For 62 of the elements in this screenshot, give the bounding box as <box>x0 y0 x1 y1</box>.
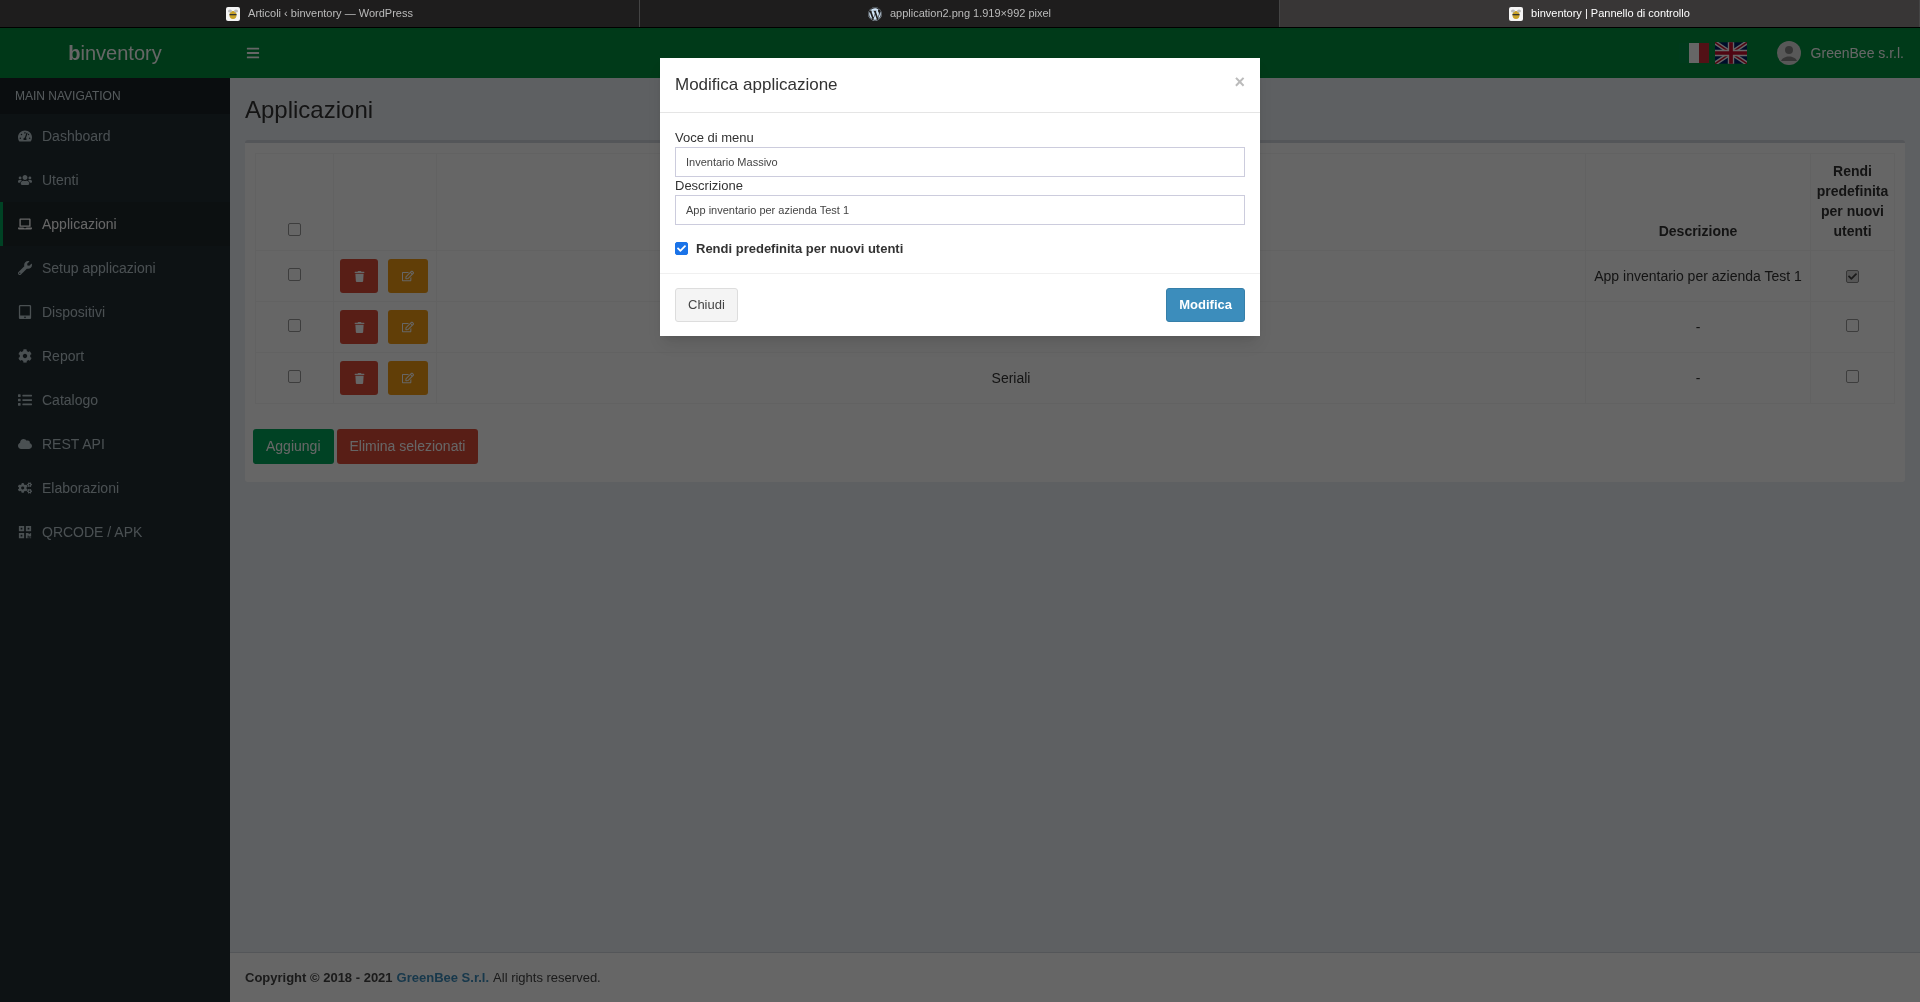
checkbox[interactable] <box>1846 269 1859 283</box>
save-button[interactable]: Modifica <box>1166 287 1245 322</box>
browser-tab[interactable]: binventory | Pannello di controllo <box>1280 0 1920 27</box>
table-cell: Seriali <box>991 369 1031 386</box>
checkbox[interactable] <box>675 242 688 256</box>
checkmark-icon <box>677 244 686 254</box>
delete-button[interactable] <box>340 361 378 395</box>
add-button[interactable]: Aggiungi <box>253 429 334 464</box>
checkbox[interactable] <box>1846 318 1859 332</box>
close-button[interactable]: × <box>1234 73 1245 91</box>
company-link[interactable]: GreenBee S.r.l. <box>396 967 490 988</box>
edit-icon <box>402 372 414 384</box>
uk-flag-icon[interactable] <box>1714 42 1747 64</box>
checkbox[interactable] <box>1846 369 1859 383</box>
edit-button[interactable] <box>388 259 428 293</box>
delete-button[interactable] <box>340 310 378 344</box>
checkbox-label: Rendi predefinita per nuovi utenti <box>696 240 904 258</box>
text-field[interactable]: Inventario Massivo <box>675 147 1245 177</box>
edit-button[interactable] <box>388 361 428 395</box>
section-heading: MAIN NAVIGATION <box>15 88 121 105</box>
wrench-icon <box>18 261 32 275</box>
gear-icon <box>18 349 32 363</box>
copyright-text: Copyright © 2018 - 2021 <box>245 968 393 987</box>
checkmark-icon <box>1848 271 1857 281</box>
rights-text: All rights reserved. <box>493 968 601 987</box>
trash-icon <box>353 321 365 333</box>
dashboard-icon <box>18 129 32 143</box>
page-title: Applicazioni <box>245 95 375 125</box>
text-field[interactable]: App inventario per azienda Test 1 <box>675 195 1245 225</box>
column-header: Rendi predefinita per nuovi utenti <box>1815 162 1890 241</box>
qr-code-icon <box>18 525 32 539</box>
table-cell: - <box>1695 369 1701 386</box>
bee-icon <box>226 6 241 21</box>
checkbox[interactable] <box>288 318 301 332</box>
cloud-icon <box>18 437 32 451</box>
menu-icon[interactable] <box>246 46 260 60</box>
field-label: Voce di menu <box>675 129 755 147</box>
edit-icon <box>402 321 414 333</box>
avatar-icon[interactable] <box>1776 41 1801 65</box>
wordpress-icon <box>867 6 882 21</box>
table-cell: - <box>1695 318 1701 335</box>
checkbox[interactable] <box>288 267 301 281</box>
user-name[interactable]: GreenBee s.r.l. <box>1810 42 1904 64</box>
gears-icon <box>18 481 32 495</box>
trash-icon <box>353 372 365 384</box>
checkbox[interactable] <box>288 369 301 383</box>
close-dialog-button[interactable]: Chiudi <box>675 287 738 322</box>
checkbox[interactable] <box>288 223 301 236</box>
table-cell: App inventario per azienda Test 1 <box>1594 267 1802 284</box>
column-header: Descrizione <box>1658 222 1738 241</box>
edit-icon <box>402 270 414 282</box>
field-label: Descrizione <box>675 177 744 195</box>
tablet-icon <box>18 305 32 319</box>
list-icon <box>18 393 32 407</box>
bee-icon <box>1509 6 1524 21</box>
modal-title: Modifica applicazione <box>675 74 838 97</box>
laptop-icon <box>18 217 32 231</box>
edit-button[interactable] <box>388 310 428 344</box>
delete-button[interactable] <box>340 259 378 293</box>
trash-icon <box>353 270 365 282</box>
delete-selected-button[interactable]: Elimina selezionati <box>336 429 479 464</box>
users-icon <box>18 173 32 187</box>
